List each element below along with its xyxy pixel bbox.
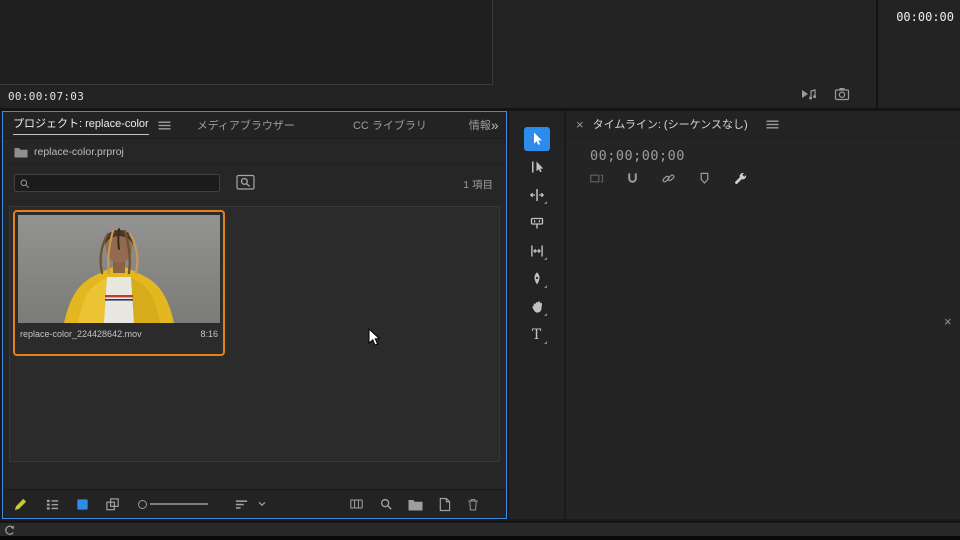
timeline-toolbar	[589, 171, 748, 186]
clip-thumbnail[interactable]	[18, 215, 220, 323]
zoom-slider-knob[interactable]	[138, 500, 147, 509]
zoom-slider-track[interactable]	[150, 503, 208, 505]
timeline-panel: × タイムライン: (シーケンスなし) 00;00;00;00	[566, 111, 960, 519]
tab-media-browser[interactable]: メディアブラウザー	[197, 117, 295, 133]
project-tab-bar: プロジェクト: replace-color メディアブラウザー CC ライブラリ…	[3, 112, 506, 139]
tab-timeline[interactable]: タイムライン: (シーケンスなし)	[593, 116, 748, 132]
timeline-timecode[interactable]: 00;00;00;00	[590, 148, 685, 164]
clear-trash-button[interactable]	[466, 497, 480, 512]
more-panels-chevron-icon[interactable]: »	[491, 117, 499, 133]
project-items-area[interactable]: replace-color_224428642.mov 8:16	[9, 206, 500, 462]
freeform-view-button[interactable]	[105, 497, 120, 512]
find-button[interactable]	[236, 174, 255, 191]
nest-sequences-icon[interactable]	[589, 171, 604, 186]
timeline-panel-menu-icon[interactable]	[766, 119, 779, 130]
tab-cc-libraries[interactable]: CC ライブラリ	[353, 117, 427, 133]
clip-duration: 8:16	[200, 329, 218, 339]
project-panel-menu-icon[interactable]	[158, 120, 171, 131]
window-edge	[0, 536, 960, 540]
add-marker-icon[interactable]	[697, 171, 712, 186]
sort-icons-button[interactable]	[234, 497, 249, 512]
drag-audio-icon[interactable]	[800, 87, 818, 101]
edge-close-icon[interactable]: ×	[944, 314, 952, 329]
sort-chevron-down-icon[interactable]	[257, 499, 267, 509]
razor-tool[interactable]	[524, 211, 550, 235]
clip-card[interactable]: replace-color_224428642.mov 8:16	[13, 210, 225, 356]
zoom-slider[interactable]	[138, 500, 208, 509]
status-bar	[0, 521, 960, 536]
tab-project[interactable]: プロジェクト: replace-color	[13, 115, 149, 135]
project-writable-pencil-icon[interactable]	[13, 497, 28, 512]
program-timecode[interactable]: 00:00:00	[896, 10, 954, 24]
search-box[interactable]	[14, 174, 220, 192]
bin-folder-icon	[14, 146, 28, 158]
track-select-forward-tool[interactable]	[524, 155, 550, 179]
bin-breadcrumb-row: replace-color.prproj	[3, 139, 506, 165]
bin-path[interactable]: replace-color.prproj	[34, 146, 124, 158]
ripple-edit-tool[interactable]	[524, 183, 550, 207]
clip-filename[interactable]: replace-color_224428642.mov	[20, 329, 142, 339]
clip-caption: replace-color_224428642.mov 8:16	[18, 329, 220, 339]
search-input[interactable]	[34, 178, 215, 189]
project-search-row: 1 項目	[3, 165, 506, 206]
source-monitor-panel: 00:00:07:03	[0, 0, 876, 108]
new-bin-button[interactable]	[408, 498, 423, 511]
list-view-button[interactable]	[45, 497, 60, 512]
project-toolbar	[3, 489, 506, 518]
slip-tool[interactable]	[524, 239, 550, 263]
icon-view-button[interactable]	[75, 497, 90, 512]
tools-panel: T	[509, 111, 564, 519]
close-panel-icon[interactable]: ×	[576, 117, 584, 132]
hand-tool[interactable]	[524, 295, 550, 319]
program-monitor-panel: 00:00:00	[878, 0, 960, 108]
snap-magnet-icon[interactable]	[625, 171, 640, 186]
premiere-window: 00:00:07:03 00:00:00 プロジェクト: replace-col…	[0, 0, 960, 540]
source-timecode[interactable]: 00:00:07:03	[8, 90, 84, 103]
timeline-settings-wrench-icon[interactable]	[733, 171, 748, 186]
tab-info[interactable]: 情報	[469, 117, 491, 133]
toolbar-find-button[interactable]	[379, 497, 393, 511]
linked-selection-icon[interactable]	[661, 171, 676, 186]
type-tool[interactable]: T	[524, 323, 550, 347]
timeline-tab-bar: × タイムライン: (シーケンスなし)	[566, 111, 960, 138]
item-count: 1 項目	[463, 177, 493, 192]
new-item-button[interactable]	[438, 497, 451, 512]
mouse-cursor	[368, 328, 384, 353]
search-icon	[19, 178, 30, 189]
source-monitor-viewport	[0, 0, 493, 85]
project-panel: プロジェクト: replace-color メディアブラウザー CC ライブラリ…	[2, 111, 507, 519]
export-frame-icon[interactable]	[834, 87, 850, 101]
automate-to-sequence-button[interactable]	[349, 497, 364, 511]
pen-tool[interactable]	[524, 267, 550, 291]
selection-tool[interactable]	[524, 127, 550, 151]
